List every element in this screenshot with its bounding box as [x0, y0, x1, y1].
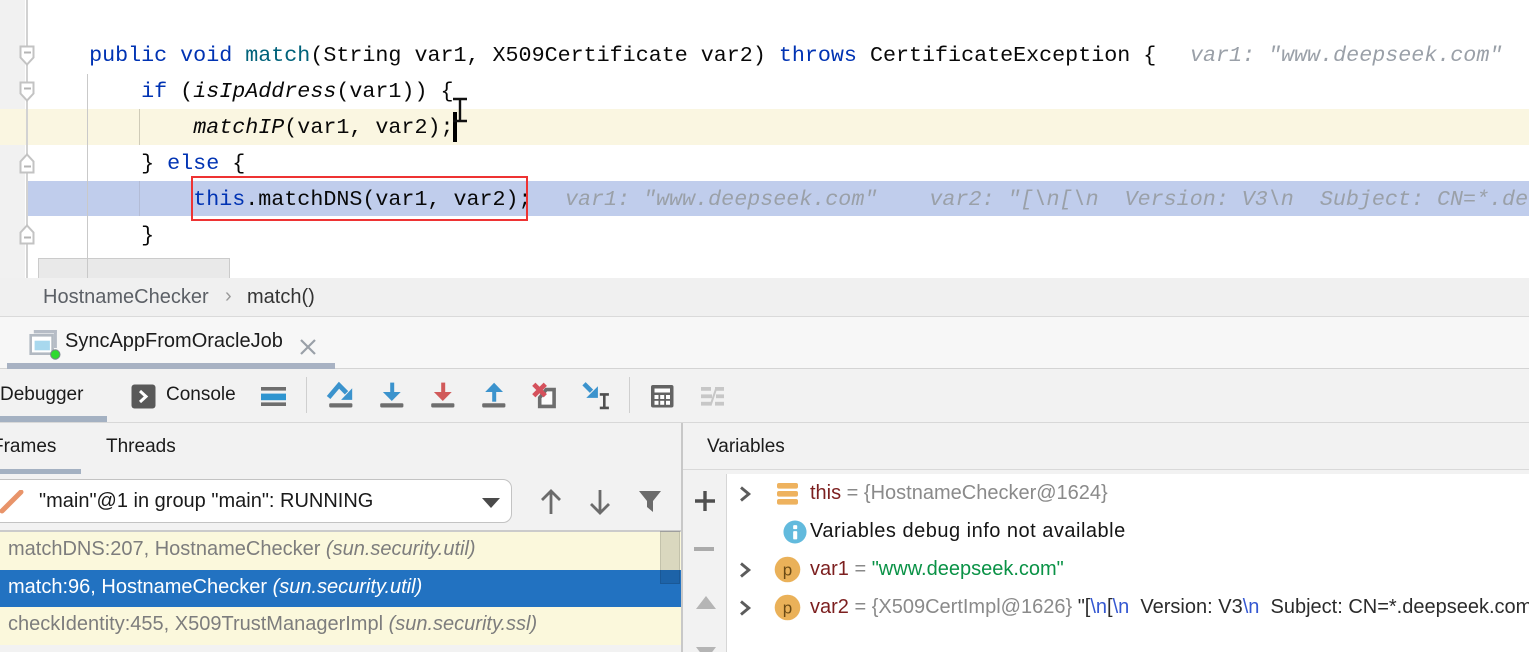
svg-text:p: p: [783, 599, 792, 618]
svg-text:p: p: [783, 561, 792, 580]
